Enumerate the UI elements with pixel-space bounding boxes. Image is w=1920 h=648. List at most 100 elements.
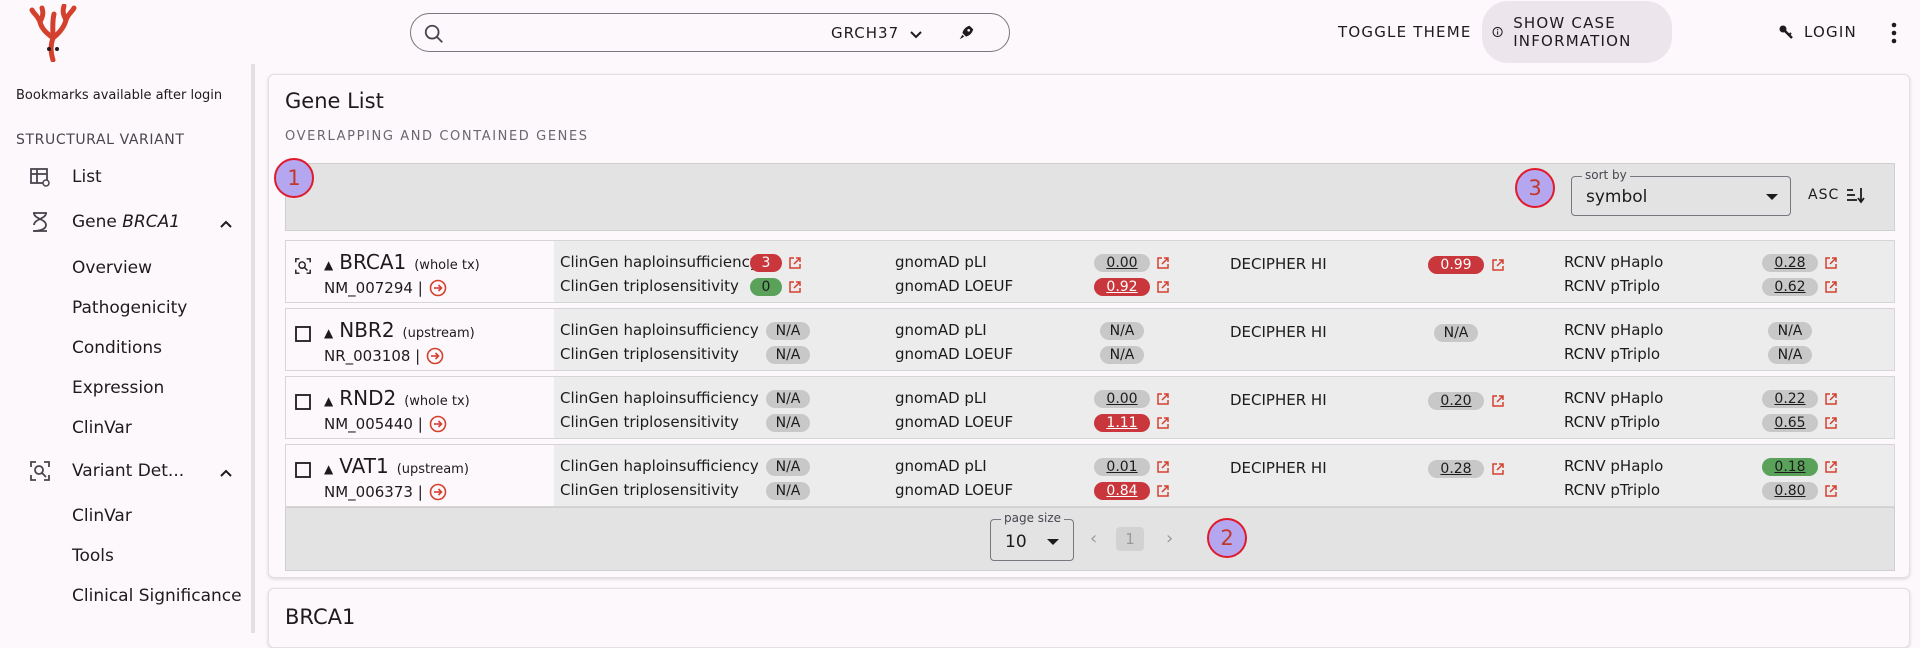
arrow-circle-right-icon[interactable] (426, 347, 444, 365)
section-heading: STRUCTURAL VARIANT (16, 132, 185, 148)
open-in-new-icon[interactable] (1824, 416, 1838, 430)
table-icon (30, 168, 50, 187)
page-size-select[interactable]: page size 10 (990, 511, 1074, 561)
checkbox[interactable] (294, 325, 312, 343)
dropdown-arrow-icon (1766, 194, 1778, 200)
sidebar-item-label: List (72, 167, 102, 187)
arrow-circle-right-icon[interactable] (429, 279, 447, 297)
clingen-hi-label: ClinGen haploinsufficiency (560, 457, 759, 475)
sidebar-item-pathogenicity[interactable]: Pathogenicity (72, 298, 187, 318)
open-in-new-icon[interactable] (788, 280, 802, 294)
rcnv-phaplo-value: 0.22 (1762, 390, 1818, 408)
arrow-circle-right-icon[interactable] (429, 483, 447, 501)
transcript-text: NM_005440 | (324, 415, 423, 433)
sort-order-button[interactable]: ASC (1808, 186, 1865, 204)
decipher-hi-value: 0.28 (1428, 460, 1484, 478)
sidebar-item-tools[interactable]: Tools (72, 546, 114, 566)
chevron-up-icon[interactable] (218, 216, 234, 232)
main-content: Gene List OVERLAPPING AND CONTAINED GENE… (268, 64, 1910, 648)
sidebar-item-overview[interactable]: Overview (72, 258, 152, 278)
gene-symbol-text: VAT1 (339, 454, 389, 478)
rcnv-ptriplo-value: 0.65 (1762, 414, 1818, 432)
gene-symbol: ▲ VAT1 (upstream) (324, 454, 469, 478)
open-in-new-icon[interactable] (1156, 460, 1170, 474)
current-page-button[interactable]: 1 (1116, 527, 1144, 551)
sidebar-item-variant-clinvar[interactable]: ClinVar (72, 506, 132, 526)
sidebar-item-label: Gene (72, 212, 123, 232)
checkbox[interactable] (294, 461, 312, 479)
annotation-marker: 3 (1515, 168, 1555, 208)
open-in-new-icon[interactable] (788, 256, 802, 270)
sort-by-select[interactable]: sort by symbol (1571, 168, 1791, 216)
open-in-new-icon[interactable] (1156, 416, 1170, 430)
gene-row: ▲ RND2 (whole tx) NM_005440 | ClinGen hapl… (285, 376, 1895, 439)
open-in-new-icon[interactable] (1824, 484, 1838, 498)
open-in-new-icon[interactable] (1491, 462, 1505, 476)
annotation-marker: 1 (274, 158, 314, 198)
clingen-ts-value: N/A (766, 346, 810, 364)
transcript-id: NM_006373 | (324, 483, 447, 501)
rcnv-phaplo-label: RCNV pHaplo (1564, 321, 1664, 339)
sidebar-item-variant-details[interactable]: Variant Det... (30, 461, 185, 481)
navigation-drawer: Bookmarks available after login STRUCTUR… (0, 64, 255, 633)
gnomad-pli-label: gnomAD pLI (895, 457, 987, 475)
open-in-new-icon[interactable] (1156, 256, 1170, 270)
chevron-down-icon[interactable] (908, 26, 924, 42)
open-in-new-icon[interactable] (1156, 280, 1170, 294)
open-in-new-icon[interactable] (1156, 484, 1170, 498)
gnomad-pli-value: 0.00 (1094, 254, 1150, 272)
coral-logo-icon[interactable] (28, 4, 78, 62)
open-in-new-icon[interactable] (1156, 392, 1170, 406)
triangle-up-icon: ▲ (324, 462, 334, 476)
genome-release-select[interactable]: GRCH37 (831, 24, 899, 42)
clingen-ts-label: ClinGen triplosensitivity (560, 345, 739, 363)
gnomad-loeuf-label: gnomAD LOEUF (895, 481, 1014, 499)
zoom-scan-icon[interactable] (294, 257, 312, 275)
sidebar-item-gene[interactable]: Gene BRCA1 (33, 212, 180, 232)
rcnv-phaplo-label: RCNV pHaplo (1564, 457, 1664, 475)
card-title: BRCA1 (285, 605, 356, 629)
login-button[interactable]: LOGIN (1778, 0, 1857, 64)
gene-cell: ▲ VAT1 (upstream) NM_006373 | (286, 445, 554, 506)
gnomad-pli-label: gnomAD pLI (895, 321, 987, 339)
gene-relation: (upstream) (396, 462, 469, 477)
open-in-new-icon[interactable] (1491, 258, 1505, 272)
sidebar-item-clinvar[interactable]: ClinVar (72, 418, 132, 438)
chevron-up-icon[interactable] (218, 465, 234, 481)
clingen-ts-value: N/A (766, 414, 810, 432)
chevron-right-icon[interactable]: › (1166, 528, 1173, 549)
rcnv-ptriplo-label: RCNV pTriplo (1564, 481, 1661, 499)
rocket-icon[interactable] (957, 24, 975, 42)
open-in-new-icon[interactable] (1824, 256, 1838, 270)
decipher-hi-value: N/A (1434, 324, 1478, 342)
toggle-theme-button[interactable]: TOGGLE THEME (1338, 0, 1472, 64)
gnomad-loeuf-value: N/A (1100, 346, 1144, 364)
sidebar-item-clinical-significance[interactable]: Clinical Significance (72, 586, 242, 606)
clingen-hi-value: N/A (766, 390, 810, 408)
rcnv-ptriplo-value: 0.62 (1762, 278, 1818, 296)
page-size-value: 10 (1005, 532, 1027, 552)
open-in-new-icon[interactable] (1824, 392, 1838, 406)
open-in-new-icon[interactable] (1491, 394, 1505, 408)
gnomad-pli-value: 0.00 (1094, 390, 1150, 408)
sidebar-item-conditions[interactable]: Conditions (72, 338, 162, 358)
card-title: Gene List (285, 89, 384, 113)
transcript-id: NR_003108 | (324, 347, 444, 365)
chevron-left-icon[interactable]: ‹ (1090, 528, 1097, 549)
sidebar-item-list[interactable]: List (30, 167, 102, 187)
sidebar-item-expression[interactable]: Expression (72, 378, 164, 398)
checkbox[interactable] (294, 393, 312, 411)
clingen-ts-label: ClinGen triplosensitivity (560, 277, 739, 295)
gene-row: ▲ BRCA1 (whole tx) NM_007294 | ClinGen hap… (285, 240, 1895, 303)
search-bar[interactable]: GRCH37 (410, 13, 1010, 52)
arrow-circle-right-icon[interactable] (429, 415, 447, 433)
clingen-hi-label: ClinGen haploinsufficiency (560, 321, 759, 339)
open-in-new-icon[interactable] (1824, 280, 1838, 294)
transcript-text: NM_007294 | (324, 279, 423, 297)
transcript-text: NM_006373 | (324, 483, 423, 501)
open-in-new-icon[interactable] (1824, 460, 1838, 474)
sidebar-item-label: Variant Det... (72, 461, 185, 481)
gene-cell: ▲ NBR2 (upstream) NR_003108 | (286, 309, 554, 370)
show-case-info-button[interactable]: SHOW CASE INFORMATION (1482, 1, 1672, 63)
more-vert-icon[interactable] (1888, 20, 1900, 46)
